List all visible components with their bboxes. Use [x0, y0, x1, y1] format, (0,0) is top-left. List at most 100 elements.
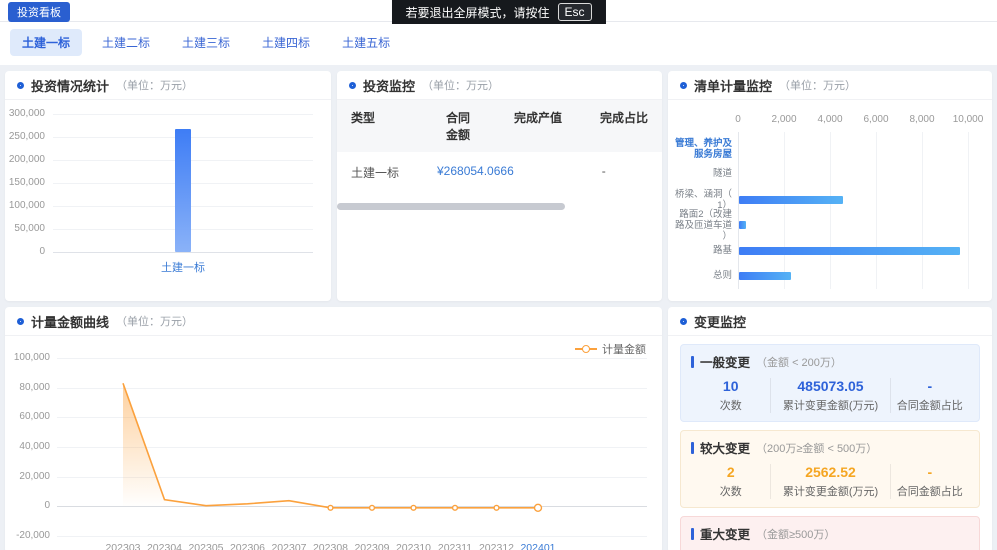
general-change-ratio: - [891, 378, 969, 394]
major-change-count: 2 [691, 464, 770, 480]
tab-civil-3[interactable]: 土建三标 [170, 29, 242, 56]
fullscreen-exit-tooltip: 若要退出全屏模式，请按住 Esc [391, 0, 605, 24]
y-axis-tick: 300,000 [5, 108, 45, 119]
gridline [922, 132, 923, 289]
gridline [968, 132, 969, 289]
amount-label: 累计变更金额(万元) [771, 483, 889, 499]
y-axis-tick: 50,000 [5, 223, 45, 234]
bar-桥梁、涵洞（1）[interactable] [739, 196, 843, 204]
card-title: 较大变更 [700, 438, 750, 457]
y-category-label[interactable]: 桥梁、涵洞（ 1） [670, 189, 732, 211]
panel-investment-monitor-header: 投资监控 （单位：万元） [337, 71, 662, 100]
ring-icon [680, 318, 687, 325]
x-axis-tick: 10,000 [946, 114, 990, 125]
horizontal-scrollbar[interactable] [337, 203, 565, 210]
card-condition: （200万≥金额 < 500万） [756, 440, 877, 456]
col-header-completion-ratio: 完成占比 [562, 109, 648, 143]
major-change-ratio: - [891, 464, 969, 480]
data-point-marker[interactable] [411, 505, 416, 510]
section-tabs: 土建一标 土建二标 土建三标 土建四标 土建五标 [0, 22, 997, 65]
general-change-amount: 485073.05 [771, 378, 889, 394]
measure-line-svg [5, 336, 660, 550]
gridline [876, 132, 877, 289]
esc-key-badge: Esc [558, 3, 592, 21]
ring-icon [680, 82, 687, 89]
data-point-marker[interactable] [370, 505, 375, 510]
panel-title: 清单计量监控 [694, 76, 772, 95]
panel-investment-stats: 投资情况统计 （单位：万元） 050,000100,000150,000200,… [5, 71, 331, 301]
y-axis-tick: 200,000 [5, 154, 45, 165]
y-category-label[interactable]: 路基 [670, 245, 732, 256]
tab-civil-1[interactable]: 土建一标 [10, 29, 82, 56]
cell-type: 土建一标 [351, 164, 437, 181]
y-axis-tick: 150,000 [5, 177, 45, 188]
card-major-change: 较大变更 （200万≥金额 < 500万） 2 次数 2562.52 累计变更金额(… [680, 430, 980, 508]
x-axis-tick: 8,000 [900, 114, 944, 125]
measure-amount-line[interactable] [123, 383, 538, 508]
x-axis-tick: 0 [716, 114, 760, 125]
col-header-contract-amount: 合同金额 [437, 109, 470, 143]
dashboard-grid: 投资情况统计 （单位：万元） 050,000100,000150,000200,… [0, 65, 997, 550]
panel-title: 投资情况统计 [31, 76, 109, 95]
ring-icon [17, 82, 24, 89]
tab-civil-2[interactable]: 土建二标 [90, 29, 162, 56]
panel-title: 投资监控 [363, 76, 415, 95]
major-change-amount: 2562.52 [771, 464, 889, 480]
tab-civil-4[interactable]: 土建四标 [250, 29, 322, 56]
bar-土建一标[interactable] [175, 129, 191, 252]
y-category-label[interactable]: 管理、养护及 服务房屋 [670, 138, 732, 160]
investment-monitor-table: 类型 合同金额 完成产值 完成占比 土建一标 ¥268054.0666 - [337, 100, 662, 301]
panel-investment-stats-header: 投资情况统计 （单位：万元） [5, 71, 331, 100]
panel-unit: （单位：万元） [116, 77, 193, 93]
card-accent-bar [691, 442, 694, 454]
amount-label: 累计变更金额(万元) [771, 397, 889, 413]
card-general-change: 一般变更 （金额 < 200万） 10次数 485073.05累计变更金额(万元… [680, 344, 980, 422]
change-cards: 一般变更 （金额 < 200万） 10次数 485073.05累计变更金额(万元… [668, 336, 992, 550]
x-category-label[interactable]: 土建一标 [143, 259, 223, 275]
gridline [53, 252, 313, 253]
dashboard-button[interactable]: 投资看板 [8, 2, 70, 22]
data-point-marker[interactable] [453, 505, 458, 510]
x-axis-tick: 6,000 [854, 114, 898, 125]
bar-路面2（改建路及匝道车道）[interactable] [739, 221, 746, 229]
tab-civil-5[interactable]: 土建五标 [330, 29, 402, 56]
data-point-marker[interactable] [328, 505, 333, 510]
ratio-label: 合同金额占比 [891, 397, 969, 413]
y-category-label[interactable]: 总则 [670, 270, 732, 281]
investment-bar-chart: 050,000100,000150,000200,000250,000300,0… [5, 100, 331, 301]
card-condition: （金额 < 200万） [756, 354, 842, 370]
y-axis-tick: 0 [5, 246, 45, 257]
top-bar: 投资看板 若要退出全屏模式，请按住 Esc [0, 0, 997, 22]
panel-change-monitor: 变更监控 一般变更 （金额 < 200万） 10次数 485073.05累计变更… [668, 307, 992, 550]
count-label: 次数 [691, 397, 770, 413]
cell-completed-value: - [514, 164, 606, 181]
col-header-completed-value: 完成产值 [470, 109, 562, 143]
ratio-label: 合同金额占比 [891, 483, 969, 499]
panel-list-measure-header: 清单计量监控 （单位：万元） [668, 71, 992, 100]
panel-change-monitor-header: 变更监控 [668, 307, 992, 336]
y-axis-tick: 250,000 [5, 131, 45, 142]
panel-unit: （单位：万元） [422, 77, 499, 93]
data-point-marker[interactable] [535, 504, 542, 511]
cell-contract-amount[interactable]: ¥268054.0666 [437, 164, 514, 181]
gridline [784, 132, 785, 289]
line-area-fill [123, 383, 538, 508]
card-title: 一般变更 [700, 352, 750, 371]
panel-measure-curve: 计量金额曲线 （单位：万元） 计量金额 -20,000020,00040,000… [5, 307, 662, 550]
card-accent-bar [691, 528, 694, 540]
table-header-row: 类型 合同金额 完成产值 完成占比 [337, 100, 662, 152]
panel-unit: （单位：万元） [116, 313, 193, 329]
panel-investment-monitor: 投资监控 （单位：万元） 类型 合同金额 完成产值 完成占比 土建一标 ¥268… [337, 71, 662, 301]
data-point-marker[interactable] [494, 505, 499, 510]
col-header-type: 类型 [351, 109, 437, 143]
bar-总则[interactable] [739, 272, 791, 280]
bar-路基[interactable] [739, 247, 960, 255]
measure-line-chart: 计量金额 -20,000020,00040,00060,00080,000100… [5, 336, 662, 550]
count-label: 次数 [691, 483, 770, 499]
card-condition: （金额≥500万） [756, 526, 835, 542]
y-category-label[interactable]: 路面2（改建 路及匝道车道 ） [670, 209, 732, 242]
fullscreen-tip-text: 若要退出全屏模式，请按住 [405, 4, 549, 21]
gridline [738, 132, 739, 289]
cell-completion-ratio [606, 164, 662, 181]
y-category-label[interactable]: 隧道 [670, 168, 732, 179]
